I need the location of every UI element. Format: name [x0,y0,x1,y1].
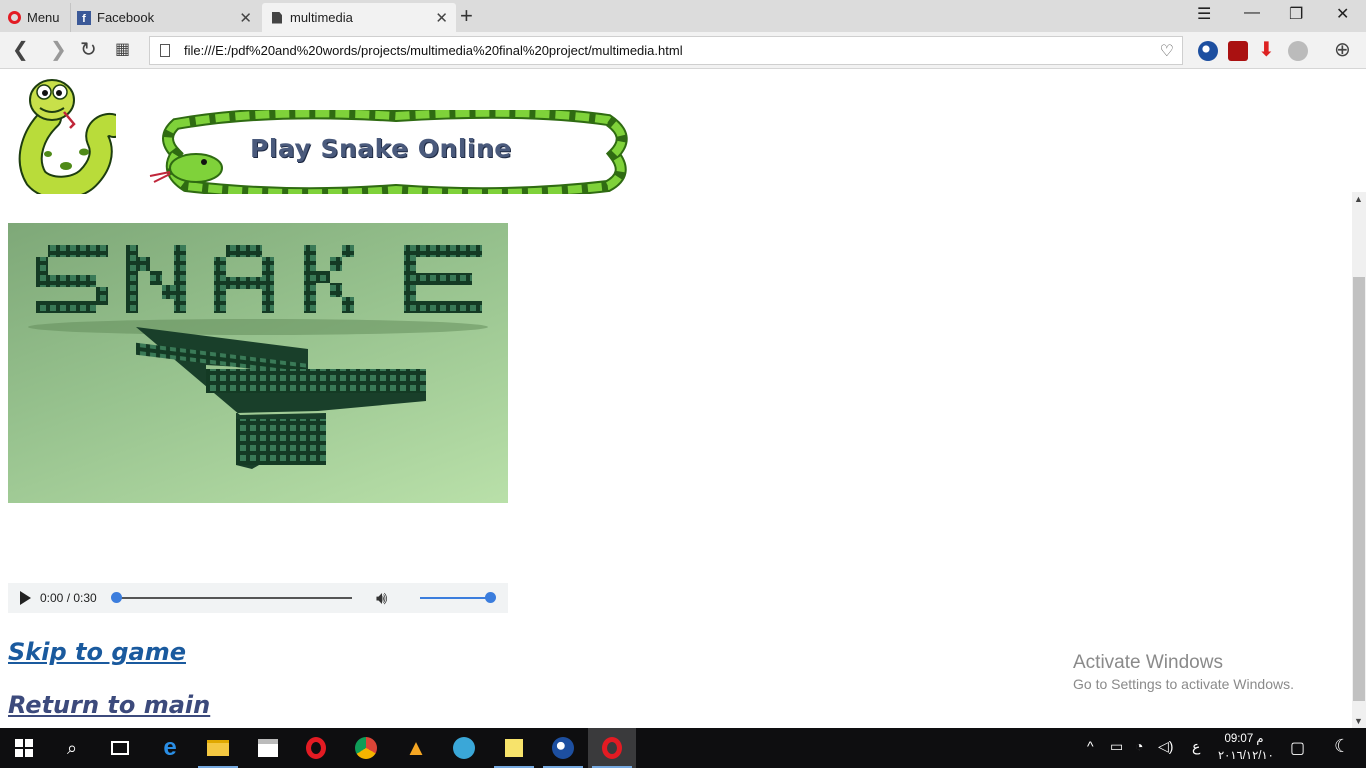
opera-logo-icon [8,11,21,24]
action-center-icon[interactable]: ▢ [1290,738,1305,758]
snake-artwork-image [8,223,508,503]
scrollbar-thumb[interactable] [1353,277,1365,701]
file-explorer-icon[interactable] [194,728,242,768]
tab-label: Facebook [97,10,155,25]
wifi-icon[interactable]: ◔ [1135,738,1143,754]
task-view-icon[interactable] [96,728,144,768]
night-light-icon[interactable]: ☾ [1334,736,1350,757]
browser-toolbar: ❮ ❯ ↻ ▦ file:///E:/pdf%20and%20words/pro… [0,32,1366,69]
close-window-button[interactable]: ✕ [1336,4,1349,24]
facebook-icon: f [77,10,91,25]
clock-time: 09:07 م [1224,733,1264,745]
tab-facebook[interactable]: f Facebook ✕ [70,3,260,32]
document-icon [272,11,282,24]
clock-date: ٢٠١٦/١٢/١٠ [1218,750,1274,762]
reload-button[interactable]: ↻ [80,38,97,62]
eagle-extension-icon[interactable] [1198,41,1218,61]
video-icon[interactable] [440,728,488,768]
tray-expand-icon[interactable]: ^ [1087,738,1094,754]
search-icon[interactable]: ⌕ [48,728,96,768]
snake-logo-image [18,79,116,194]
tab-label: multimedia [290,10,353,25]
new-tab-button[interactable]: + [460,4,473,28]
banner-title: Play Snake Online [250,134,512,163]
windows-taskbar: ⌕ e ▲ ^ ▭ ◔ ◁) ع 09:07 م ٢٠١٦/١٢/١٠ ▢ ☾ [0,728,1366,768]
sticky-notes-icon[interactable] [490,728,538,768]
skip-to-game-link[interactable]: Skip to game [8,638,186,666]
close-tab-icon[interactable]: ✕ [239,9,252,27]
scroll-up-arrow-icon[interactable]: ▲ [1354,194,1363,204]
opera-menu-button[interactable]: Menu [0,3,66,32]
back-button[interactable]: ❮ [12,38,29,62]
audio-time: 0:00 / 0:30 [40,591,97,605]
close-tab-icon[interactable]: ✕ [435,9,448,27]
tab-menu-icon[interactable]: ☰ [1197,4,1211,24]
tab-multimedia[interactable]: multimedia ✕ [262,3,456,32]
snake-artwork-drawing [28,245,488,469]
tab-bar: Menu f Facebook ✕ multimedia ✕ + ☰ — ❐ ✕ [0,0,1366,32]
vlc-icon[interactable]: ▲ [392,728,440,768]
scroll-down-arrow-icon[interactable]: ▼ [1354,716,1363,726]
opera-icon[interactable] [292,728,340,768]
activate-windows-title: Activate Windows [1073,652,1223,673]
menu-label: Menu [27,10,60,25]
volume-icon[interactable]: 🔊︎ [376,588,387,609]
speaker-icon[interactable]: ◁) [1158,738,1173,755]
opera-active-icon[interactable] [588,728,636,768]
download-extension-icon[interactable]: ⬇ [1258,37,1278,61]
volume-slider[interactable] [420,597,490,599]
forward-button[interactable]: ❯ [50,38,67,62]
start-icon[interactable] [0,728,48,768]
play-button[interactable] [20,591,31,605]
bookmark-heart-icon[interactable]: ♡ [1160,41,1174,61]
speed-dial-icon[interactable]: ▦ [115,38,130,62]
volume-handle[interactable] [485,592,496,603]
return-to-main-link[interactable]: Return to main [8,691,210,719]
audio-seek-handle[interactable] [111,592,122,603]
input-language[interactable]: ع [1192,738,1200,755]
eagle-app-icon[interactable] [539,728,587,768]
downloads-icon[interactable]: ⊕ [1334,38,1351,62]
vpn-extension-icon[interactable] [1288,41,1308,61]
activate-windows-subtitle: Go to Settings to activate Windows. [1073,676,1294,692]
address-bar[interactable]: file:///E:/pdf%20and%20words/projects/mu… [149,36,1183,65]
taskbar-clock[interactable]: 09:07 م ٢٠١٦/١٢/١٠ [1218,731,1274,765]
page-content: Play Snake Online 0:00 / 0:30 🔊︎ Skip to… [0,70,1352,728]
page-scrollbar[interactable]: ▲ ▼ [1352,192,1366,728]
edge-icon[interactable]: e [146,728,194,768]
battery-icon[interactable]: ▭ [1110,738,1123,755]
minimize-button[interactable]: — [1244,4,1260,22]
chrome-icon[interactable] [342,728,390,768]
media-extension-icon[interactable] [1228,41,1248,61]
audio-seek-bar[interactable] [116,597,352,599]
page-info-icon[interactable] [160,44,170,57]
url-text[interactable]: file:///E:/pdf%20and%20words/projects/mu… [184,43,683,58]
audio-player: 0:00 / 0:30 🔊︎ [8,583,508,613]
restore-button[interactable]: ❐ [1289,4,1303,24]
store-icon[interactable] [244,728,292,768]
